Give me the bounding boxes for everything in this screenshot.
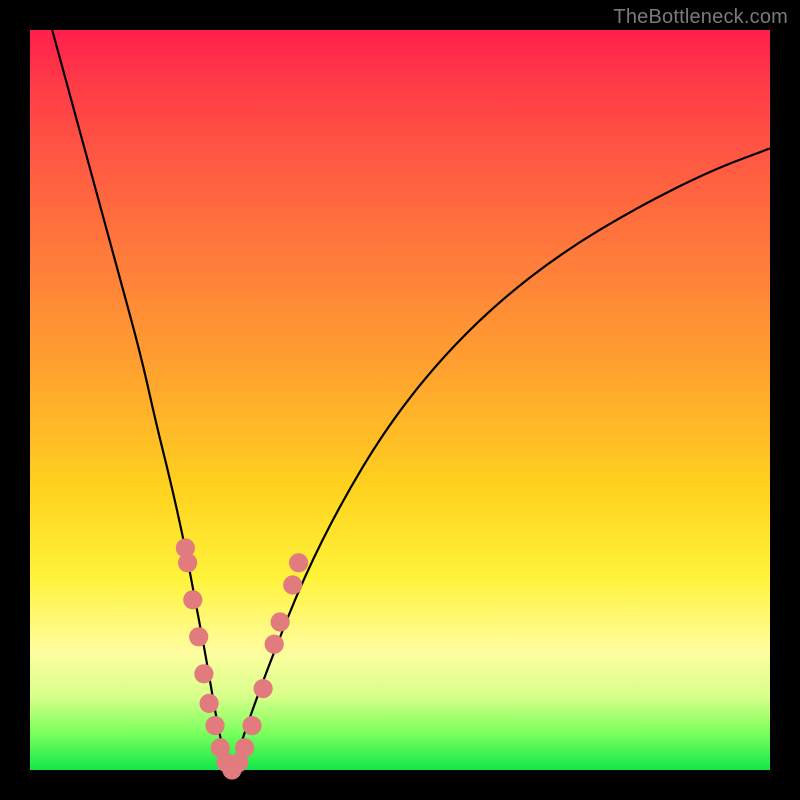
- chart-svg: [30, 30, 770, 770]
- marker-dot: [194, 664, 213, 683]
- marker-dot: [189, 627, 208, 646]
- watermark-label: TheBottleneck.com: [613, 6, 788, 29]
- marker-dot: [265, 635, 284, 654]
- marker-dot: [183, 590, 202, 609]
- bottleneck-curve: [52, 30, 770, 766]
- marker-group: [176, 538, 308, 779]
- marker-dot: [242, 716, 261, 735]
- marker-dot: [271, 612, 290, 631]
- marker-dot: [289, 553, 308, 572]
- marker-dot: [235, 738, 254, 757]
- marker-dot: [283, 575, 302, 594]
- chart-frame: TheBottleneck.com: [0, 0, 800, 800]
- plot-area: [30, 30, 770, 770]
- marker-dot: [178, 553, 197, 572]
- marker-dot: [254, 679, 273, 698]
- marker-dot: [200, 694, 219, 713]
- marker-dot: [205, 716, 224, 735]
